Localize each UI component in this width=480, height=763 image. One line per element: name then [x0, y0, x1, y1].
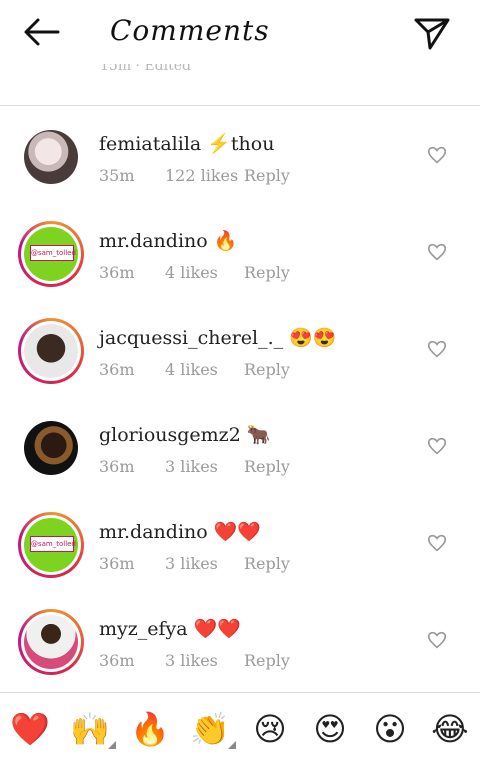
avatar[interactable]: [18, 318, 84, 384]
reply-button[interactable]: Reply: [244, 263, 290, 282]
comment-username[interactable]: mr.dandino 🔥: [99, 229, 237, 252]
raising-hands-emoji[interactable]: 🙌: [68, 707, 116, 751]
fire-emoji[interactable]: 🔥: [128, 707, 172, 751]
heart-icon[interactable]: [426, 338, 448, 360]
comment-username[interactable]: gloriousgemz2 🐂: [99, 423, 270, 446]
comment-time: 36m: [99, 651, 135, 670]
reply-button[interactable]: Reply: [244, 166, 290, 185]
tears-of-joy-emoji[interactable]: 😂: [428, 707, 472, 751]
comment-time: 36m: [99, 263, 135, 282]
avatar[interactable]: @sam_tolled: [18, 221, 84, 287]
reply-button[interactable]: Reply: [244, 360, 290, 379]
comment-likes[interactable]: 4 likes: [165, 263, 218, 282]
surprised-face-emoji[interactable]: 😮: [368, 707, 412, 751]
reply-button[interactable]: Reply: [244, 651, 290, 670]
send-icon[interactable]: [412, 14, 452, 50]
heart-icon[interactable]: [426, 532, 448, 554]
comment-username[interactable]: femiatalila ⚡thou: [99, 132, 274, 155]
header: Comments: [0, 0, 480, 64]
avatar-tag: @sam_tolled: [30, 245, 76, 261]
heart-icon[interactable]: [426, 629, 448, 651]
heart-eyes-emoji[interactable]: 😍: [308, 707, 352, 751]
comment-username[interactable]: mr.dandino ❤️❤️: [99, 520, 261, 543]
divider: [0, 105, 480, 106]
comment-time: 36m: [99, 457, 135, 476]
comment-item: @sam_tolled mr.dandino ❤️❤️ 36m 3 likes …: [0, 512, 480, 615]
heart-icon[interactable]: [426, 144, 448, 166]
comment-likes[interactable]: 3 likes: [165, 554, 218, 573]
avatar[interactable]: [18, 609, 84, 675]
reply-button[interactable]: Reply: [244, 457, 290, 476]
comment-likes[interactable]: 3 likes: [165, 651, 218, 670]
comment-username[interactable]: myz_efya ❤️❤️: [99, 617, 241, 640]
heart-icon[interactable]: [426, 435, 448, 457]
comment-item: femiatalila ⚡thou 35m 122 likes Reply: [0, 130, 480, 227]
comment-item: gloriousgemz2 🐂 36m 3 likes Reply: [0, 421, 480, 518]
comment-likes[interactable]: 4 likes: [165, 360, 218, 379]
comment-likes[interactable]: 122 likes: [165, 166, 238, 185]
comment-item: @sam_tolled mr.dandino 🔥 36m 4 likes Rep…: [0, 221, 480, 324]
comment-item: jacquessi_cherel_._ 😍😍 36m 4 likes Reply: [0, 318, 480, 421]
emoji-reaction-bar: ❤️ 🙌 🔥 👏 😢 😍 😮 😂: [0, 693, 480, 763]
comment-time: 36m: [99, 360, 135, 379]
reply-button[interactable]: Reply: [244, 554, 290, 573]
previous-comment-meta: 15m · Edited: [100, 64, 191, 74]
comment-time: 36m: [99, 554, 135, 573]
comment-username[interactable]: jacquessi_cherel_._ 😍😍: [99, 326, 337, 349]
red-heart-emoji[interactable]: ❤️: [8, 707, 52, 751]
avatar-tag: @sam_tolled: [30, 536, 76, 552]
comment-likes[interactable]: 3 likes: [165, 457, 218, 476]
clapping-hands-emoji[interactable]: 👏: [188, 707, 236, 751]
avatar[interactable]: [24, 421, 78, 475]
comment-time: 35m: [99, 166, 135, 185]
avatar[interactable]: [24, 130, 78, 184]
heart-icon[interactable]: [426, 241, 448, 263]
avatar[interactable]: @sam_tolled: [18, 512, 84, 578]
crying-face-emoji[interactable]: 😢: [248, 707, 292, 751]
page-title: Comments: [110, 14, 270, 47]
back-arrow-icon[interactable]: [22, 14, 62, 50]
